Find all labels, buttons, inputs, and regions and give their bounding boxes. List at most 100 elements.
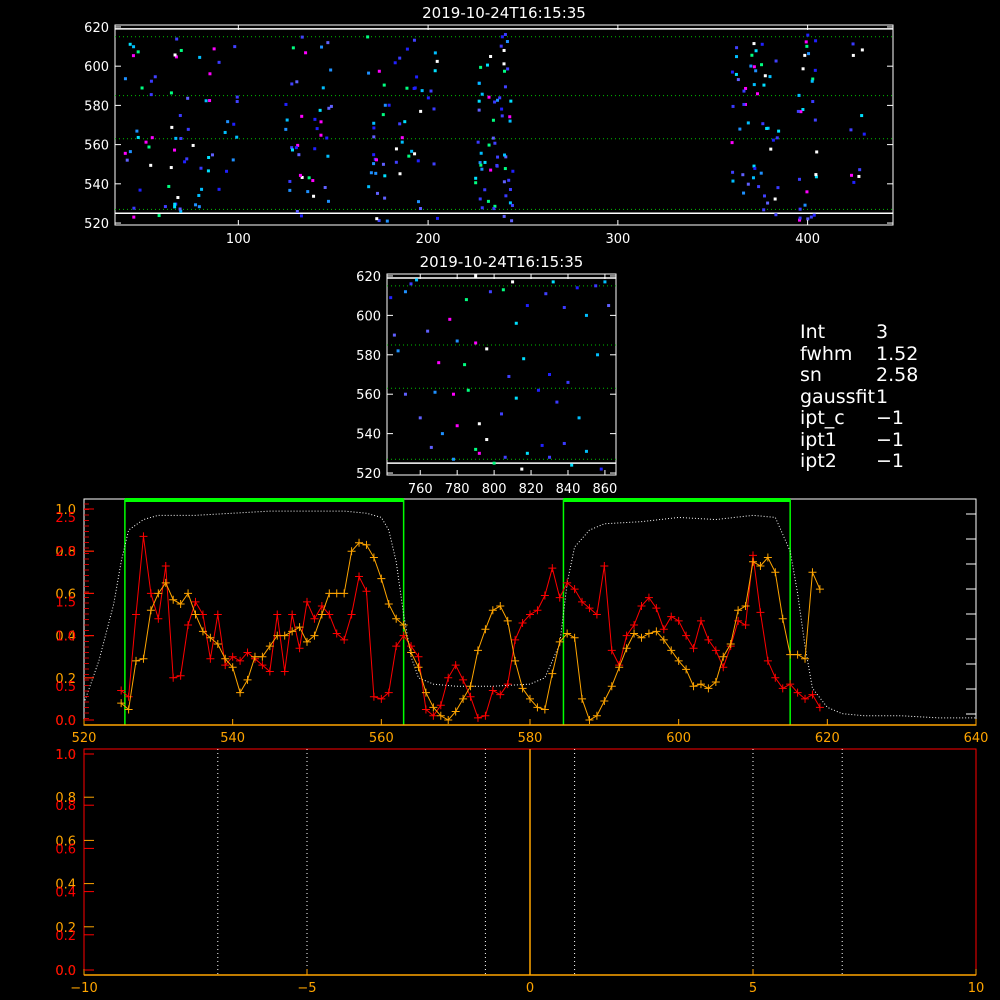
data-pixel bbox=[403, 392, 407, 396]
series-marker bbox=[511, 635, 520, 644]
data-pixel bbox=[575, 286, 579, 290]
data-pixel bbox=[765, 126, 769, 130]
series-marker bbox=[622, 631, 631, 640]
series-marker bbox=[689, 644, 698, 653]
x-tick-label: 800 bbox=[482, 482, 507, 497]
data-pixel bbox=[502, 48, 506, 52]
data-pixel bbox=[508, 115, 512, 119]
data-pixel bbox=[774, 213, 778, 217]
data-pixel bbox=[381, 162, 385, 166]
data-pixel bbox=[366, 35, 370, 39]
info-row-ipt-c: ipt_c −1 bbox=[800, 407, 918, 430]
series-marker bbox=[674, 616, 683, 625]
data-pixel bbox=[383, 103, 387, 107]
series-marker bbox=[362, 540, 371, 549]
y-tick-label: 520 bbox=[356, 467, 381, 482]
series-marker bbox=[667, 646, 676, 655]
data-pixel bbox=[320, 45, 324, 49]
data-pixel bbox=[466, 388, 470, 392]
data-pixel bbox=[125, 158, 129, 162]
data-pixel bbox=[206, 169, 210, 173]
y-tick-label: 0.6 bbox=[55, 842, 76, 857]
data-pixel bbox=[798, 216, 802, 220]
series-marker bbox=[607, 646, 616, 655]
data-pixel bbox=[503, 167, 507, 171]
series-marker bbox=[280, 667, 289, 676]
data-pixel bbox=[405, 47, 409, 51]
data-pixel bbox=[474, 181, 478, 185]
series-marker bbox=[169, 673, 178, 682]
data-pixel bbox=[584, 449, 588, 453]
data-pixel bbox=[135, 129, 139, 133]
y-tick-label: 600 bbox=[84, 60, 109, 75]
data-pixel bbox=[477, 108, 481, 112]
data-pixel bbox=[396, 349, 400, 353]
data-pixel bbox=[551, 280, 555, 284]
data-pixel bbox=[400, 136, 404, 140]
data-pixel bbox=[480, 167, 484, 171]
data-pixel bbox=[394, 147, 398, 151]
data-pixel bbox=[514, 396, 518, 400]
data-pixel bbox=[773, 197, 777, 201]
y-tick-label: 0.2 bbox=[55, 929, 76, 944]
data-pixel bbox=[419, 109, 423, 113]
y-tick-label: 520 bbox=[84, 217, 109, 232]
series-marker bbox=[548, 564, 557, 573]
data-pixel bbox=[175, 37, 179, 41]
data-pixel bbox=[548, 455, 552, 459]
series-marker bbox=[496, 690, 505, 699]
series-marker bbox=[481, 711, 490, 720]
x-tick-label: 620 bbox=[815, 731, 840, 746]
data-pixel bbox=[288, 188, 292, 192]
data-pixel bbox=[385, 219, 389, 223]
series-marker bbox=[473, 713, 482, 722]
data-pixel bbox=[197, 205, 201, 209]
data-pixel bbox=[398, 56, 402, 60]
data-pixel bbox=[123, 151, 127, 155]
series-marker bbox=[146, 606, 155, 615]
data-pixel bbox=[768, 75, 772, 79]
info-label: sn bbox=[800, 364, 822, 386]
data-pixel bbox=[815, 150, 819, 154]
data-pixel bbox=[479, 151, 483, 155]
data-pixel bbox=[208, 99, 212, 103]
series-marker bbox=[347, 610, 356, 619]
y-tick-label: 1.0 bbox=[55, 748, 76, 763]
data-pixel bbox=[603, 280, 607, 284]
series-marker bbox=[607, 682, 616, 691]
data-pixel bbox=[367, 71, 371, 75]
data-pixel bbox=[742, 102, 746, 106]
data-pixel bbox=[437, 361, 441, 365]
series-marker bbox=[369, 553, 378, 562]
data-pixel bbox=[138, 188, 142, 192]
x-tick-label: 840 bbox=[556, 482, 581, 497]
series-marker bbox=[518, 684, 527, 693]
data-pixel bbox=[483, 160, 487, 164]
series-marker bbox=[184, 589, 193, 598]
data-pixel bbox=[555, 400, 559, 404]
series-marker bbox=[659, 625, 668, 634]
data-pixel bbox=[231, 158, 235, 162]
series-marker bbox=[198, 610, 207, 619]
data-pixel bbox=[860, 48, 864, 52]
data-pixel bbox=[752, 83, 756, 87]
data-pixel bbox=[311, 179, 315, 183]
series-marker bbox=[644, 629, 653, 638]
series-marker bbox=[749, 557, 757, 566]
x-tick-label: 100 bbox=[226, 232, 251, 247]
series-marker bbox=[310, 614, 319, 623]
data-pixel bbox=[321, 86, 325, 90]
data-pixel bbox=[418, 416, 422, 420]
data-pixel bbox=[749, 64, 753, 68]
y-tick-label: 0.5 bbox=[55, 680, 76, 695]
data-pixel bbox=[186, 127, 190, 131]
data-pixel bbox=[377, 69, 381, 73]
y-tick-label: 0.4 bbox=[55, 886, 76, 901]
data-pixel bbox=[298, 173, 302, 177]
series-marker bbox=[377, 574, 386, 583]
data-pixel bbox=[383, 196, 387, 200]
data-pixel bbox=[375, 158, 379, 162]
data-pixel bbox=[478, 197, 482, 201]
series-marker bbox=[132, 656, 141, 665]
info-label: fwhm bbox=[800, 342, 853, 365]
